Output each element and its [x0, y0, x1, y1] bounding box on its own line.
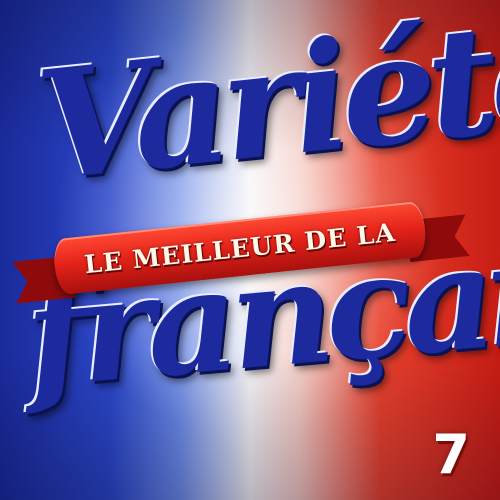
album-cover: Variété française LE MEILLEUR DE LA 7: [0, 0, 500, 500]
volume-number: 7: [432, 423, 470, 486]
